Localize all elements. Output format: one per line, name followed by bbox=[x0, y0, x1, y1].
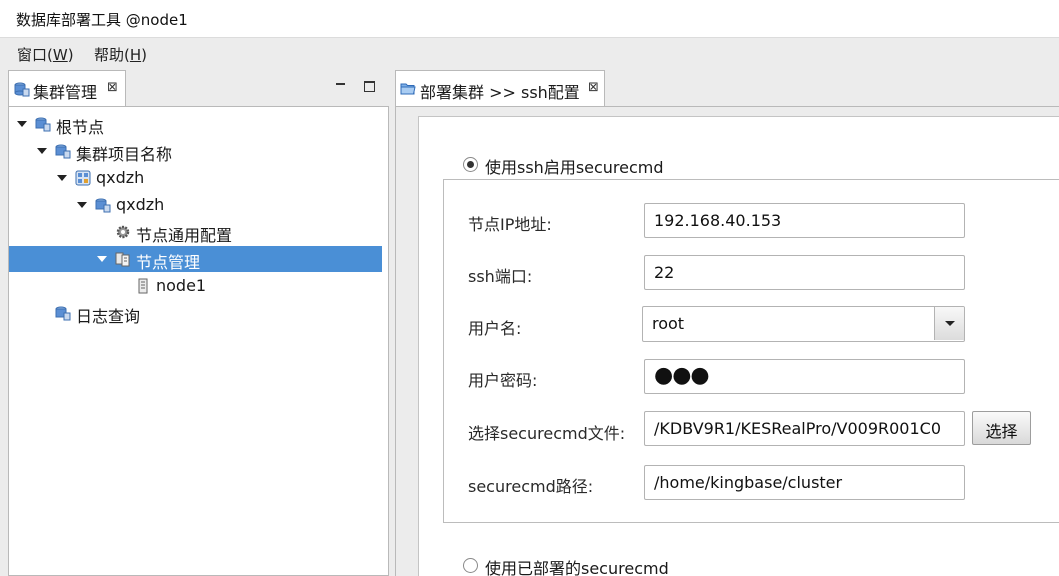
password-dots: ●●● bbox=[654, 363, 710, 388]
securecmd-file-label: 选择securecmd文件: bbox=[468, 424, 626, 443]
username-combobox[interactable]: root bbox=[642, 306, 965, 342]
menu-window-mnemonic: W bbox=[52, 46, 68, 64]
password-label: 用户密码: bbox=[468, 371, 538, 390]
chevron-down-icon[interactable] bbox=[934, 307, 964, 340]
tree-item-log-query[interactable]: 日志查询 bbox=[9, 300, 382, 326]
maximize-icon[interactable] bbox=[362, 78, 376, 92]
menu-help-label: 帮助( bbox=[94, 46, 130, 64]
chevron-down-icon[interactable] bbox=[57, 175, 67, 181]
chevron-down-icon[interactable] bbox=[37, 148, 47, 154]
title-bar: 数据库部署工具 @node1 bbox=[0, 0, 1059, 38]
tab-cluster-management-label: 集群管理 bbox=[33, 83, 98, 102]
radio-use-ssh[interactable] bbox=[463, 157, 478, 172]
deploy-cluster-panel: 部署集群 >> ssh配置 ⊠ 使用ssh启用securecmd 节点IP地址:… bbox=[395, 68, 1059, 576]
tree-item-label: 日志查询 bbox=[76, 307, 141, 326]
username-value: root bbox=[652, 314, 685, 333]
tree-item-node1[interactable]: node1 bbox=[9, 273, 382, 299]
radio-use-deployed[interactable] bbox=[463, 558, 478, 573]
cluster-tree: 根节点 集群项目名称 qxdzh qxdzh 节点通用配置 节点管理 node1… bbox=[8, 106, 389, 576]
port-label: ssh端口: bbox=[468, 267, 533, 286]
db-icon bbox=[95, 197, 111, 213]
db-icon bbox=[14, 81, 30, 101]
ssh-config-form: 使用ssh启用securecmd 节点IP地址: 192.168.40.153 … bbox=[418, 116, 1059, 576]
tree-item-label: node1 bbox=[156, 276, 207, 295]
menu-window-suffix: ) bbox=[67, 46, 74, 64]
db-icon bbox=[55, 143, 71, 159]
securecmd-file-field[interactable]: /KDBV9R1/KESRealPro/V009R001C0 bbox=[644, 411, 965, 446]
tab-cluster-management[interactable]: 集群管理 ⊠ bbox=[8, 70, 126, 106]
menu-window[interactable]: 窗口(W) bbox=[17, 44, 74, 65]
tree-item-database[interactable]: qxdzh bbox=[9, 192, 382, 218]
db-icon bbox=[55, 305, 71, 321]
gear-icon bbox=[115, 224, 131, 240]
username-label: 用户名: bbox=[468, 319, 522, 338]
server-icon bbox=[135, 278, 151, 294]
tab-deploy-ssh-config[interactable]: 部署集群 >> ssh配置 ⊠ bbox=[395, 70, 605, 106]
tree-item-label: qxdzh bbox=[116, 195, 165, 214]
close-icon[interactable]: ⊠ bbox=[588, 80, 599, 95]
chevron-down-icon[interactable] bbox=[97, 256, 107, 262]
choose-file-button[interactable]: 选择 bbox=[972, 411, 1031, 445]
tree-item-label: 根节点 bbox=[56, 118, 105, 137]
menu-help-mnemonic: H bbox=[129, 46, 142, 64]
ssh-settings-group: 节点IP地址: 192.168.40.153 ssh端口: 22 用户名: ro… bbox=[443, 179, 1059, 523]
cluster-icon bbox=[75, 170, 91, 186]
minimize-icon[interactable] bbox=[334, 78, 348, 92]
tree-item-node-common-config[interactable]: 节点通用配置 bbox=[9, 219, 382, 245]
menu-help[interactable]: 帮助(H) bbox=[94, 44, 147, 65]
radio-use-deployed-label[interactable]: 使用已部署的securecmd bbox=[485, 555, 669, 576]
cluster-management-panel: 集群管理 ⊠ 根节点 集群项目名称 qxdzh qxdzh 节点通用配置 节点管… bbox=[8, 68, 391, 576]
chevron-down-icon[interactable] bbox=[17, 121, 27, 127]
folder-icon bbox=[400, 81, 416, 101]
ssh-port-field[interactable]: 22 bbox=[644, 255, 965, 290]
tree-item-project[interactable]: 集群项目名称 bbox=[9, 138, 382, 164]
menu-help-suffix: ) bbox=[141, 46, 147, 64]
tree-item-label: qxdzh bbox=[96, 168, 145, 187]
menu-window-label: 窗口( bbox=[17, 46, 53, 64]
tree-item-label: 节点管理 bbox=[136, 253, 201, 272]
menu-bar: 窗口(W) 帮助(H) bbox=[0, 38, 1059, 68]
tree-item-root[interactable]: 根节点 bbox=[9, 111, 382, 137]
radio-use-ssh-label[interactable]: 使用ssh启用securecmd bbox=[485, 154, 664, 178]
securecmd-path-field[interactable]: /home/kingbase/cluster bbox=[644, 465, 965, 500]
chevron-down-icon[interactable] bbox=[77, 202, 87, 208]
tree-item-label: 节点通用配置 bbox=[136, 226, 233, 245]
window-title: 数据库部署工具 @node1 bbox=[16, 11, 188, 29]
tree-item-node-management[interactable]: 节点管理 bbox=[9, 246, 382, 272]
password-field[interactable]: ●●● bbox=[644, 359, 965, 394]
close-icon[interactable]: ⊠ bbox=[107, 80, 118, 95]
tree-item-cluster[interactable]: qxdzh bbox=[9, 165, 382, 191]
nodes-icon bbox=[115, 251, 131, 267]
ip-label: 节点IP地址: bbox=[468, 215, 552, 234]
tree-item-label: 集群项目名称 bbox=[76, 145, 173, 164]
content-frame: 使用ssh启用securecmd 节点IP地址: 192.168.40.153 … bbox=[395, 106, 1059, 576]
securecmd-path-label: securecmd路径: bbox=[468, 477, 594, 496]
tab-deploy-ssh-config-label: 部署集群 >> ssh配置 bbox=[420, 83, 580, 102]
db-icon bbox=[35, 116, 51, 132]
ip-address-field[interactable]: 192.168.40.153 bbox=[644, 203, 965, 238]
